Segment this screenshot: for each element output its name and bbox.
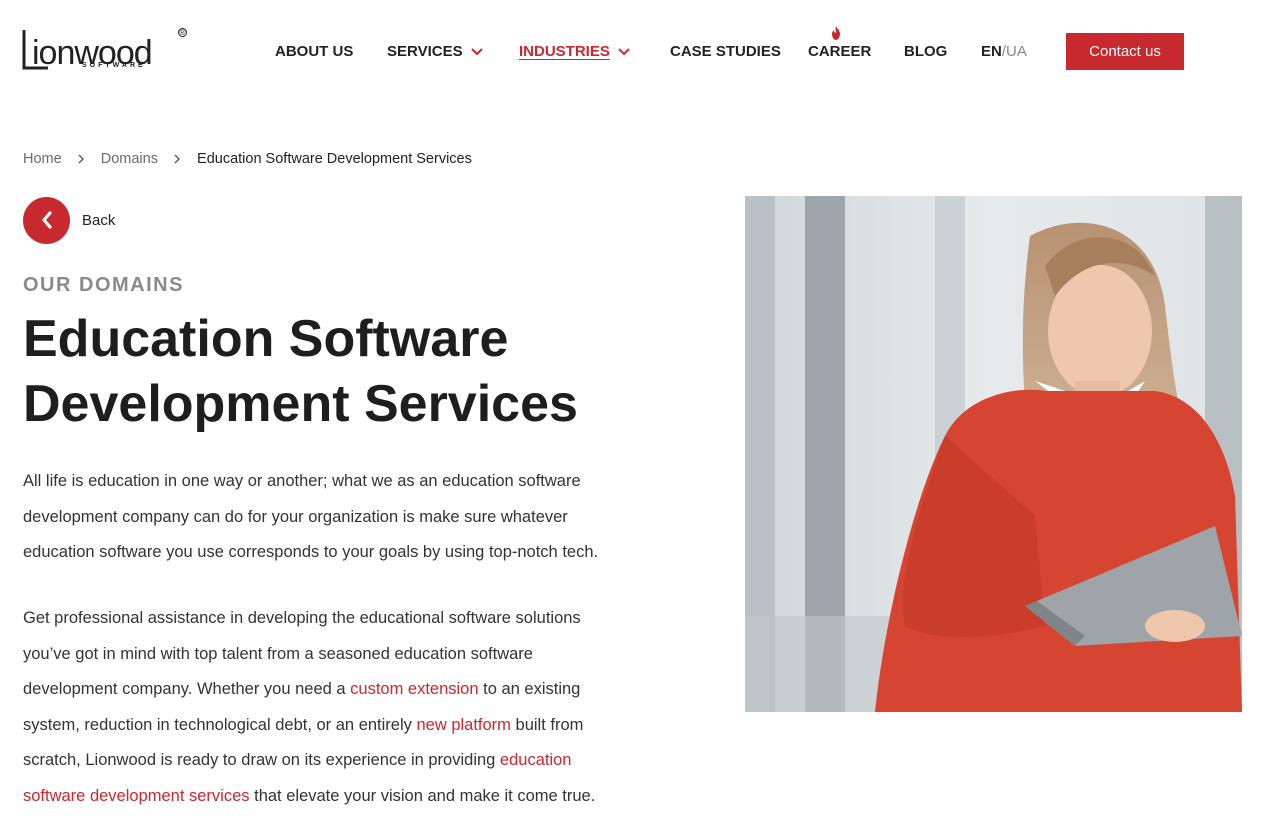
breadcrumb-current: Education Software Development Services	[197, 151, 472, 167]
nav-blog[interactable]: BLOG	[904, 42, 947, 62]
lang-en[interactable]: EN	[981, 43, 1002, 60]
nav-services-label: SERVICES	[387, 43, 463, 60]
back-button[interactable]: Back	[23, 196, 115, 244]
lang-ua[interactable]: UA	[1006, 43, 1027, 60]
contact-us-button[interactable]: Contact us	[1066, 33, 1184, 70]
language-switcher[interactable]: EN/UA	[981, 42, 1027, 62]
chevron-left-icon	[41, 211, 52, 229]
new-platform-link[interactable]: new platform	[416, 716, 510, 734]
breadcrumb-home[interactable]: Home	[23, 151, 62, 167]
lionwood-logo[interactable]: ionwood SOFTWARE ®	[22, 26, 192, 74]
intro-paragraph: All life is education in one way or anot…	[23, 472, 599, 561]
breadcrumb-domains[interactable]: Domains	[101, 151, 158, 167]
chevron-right-icon	[78, 154, 84, 164]
fire-icon	[832, 26, 840, 40]
nav-services[interactable]: SERVICES	[387, 42, 483, 62]
student-with-laptop-image	[745, 196, 1242, 712]
logo-subtitle: SOFTWARE	[82, 62, 146, 69]
body-text-4: that elevate your vision and make it com…	[249, 786, 596, 805]
chevron-down-icon	[470, 48, 483, 56]
chevron-down-icon	[618, 48, 630, 56]
page-title: Education Software Development Services	[23, 307, 643, 437]
body-paragraph: Get professional assistance in developin…	[23, 601, 623, 814]
back-circle[interactable]	[23, 196, 70, 244]
page-title-line1: Education Software	[23, 310, 509, 368]
nav-case-studies[interactable]: CASE STUDIES	[670, 42, 781, 62]
section-eyebrow: OUR DOMAINS	[23, 274, 184, 296]
hero-image	[745, 196, 1242, 712]
nav-industries[interactable]: INDUSTRIES	[519, 42, 630, 62]
nav-about-us[interactable]: ABOUT US	[275, 42, 353, 62]
site-header: ionwood SOFTWARE ® ABOUT US SERVICES IND…	[0, 0, 1264, 100]
custom-extension-link[interactable]: custom extension	[350, 680, 478, 698]
breadcrumb: Home Domains Education Software Developm…	[23, 149, 472, 169]
nav-career[interactable]: CAREER	[808, 42, 871, 62]
registered-mark: ®	[178, 28, 187, 37]
chevron-right-icon	[174, 154, 180, 164]
back-label: Back	[82, 211, 116, 229]
nav-industries-label: INDUSTRIES	[519, 43, 610, 60]
page-title-line2: Development Services	[23, 375, 578, 433]
